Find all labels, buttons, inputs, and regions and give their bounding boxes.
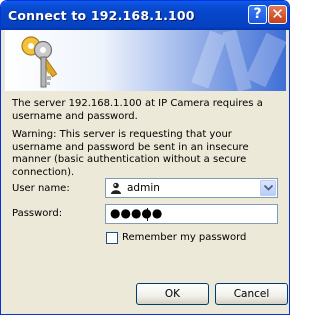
username-dropdown-button[interactable] (260, 180, 276, 196)
intro-text: The server 192.168.1.100 at IP Camera re… (12, 98, 263, 122)
close-button[interactable]: ✕ (268, 5, 287, 24)
password-label: Password: (12, 208, 63, 219)
chevron-down-icon (264, 185, 273, 191)
dialog-content: The server 192.168.1.100 at IP Camera re… (5, 91, 288, 310)
username-combobox[interactable]: admin (105, 178, 278, 198)
help-button[interactable]: ? (248, 5, 267, 24)
text-caret (147, 208, 148, 221)
username-value[interactable]: admin (127, 182, 160, 194)
user-icon (111, 182, 121, 194)
username-label: User name: (12, 183, 70, 194)
password-field[interactable]: ●●●●● (105, 204, 278, 224)
ok-button[interactable]: OK (136, 283, 209, 305)
title-bar[interactable]: Connect to 192.168.1.100 ? ✕ (1, 1, 289, 30)
banner (5, 30, 286, 91)
warning-text: Warning: This server is requesting that … (12, 129, 249, 178)
remember-label[interactable]: Remember my password (122, 232, 246, 245)
login-dialog: Connect to 192.168.1.100 ? ✕ The server … (0, 0, 290, 315)
remember-checkbox[interactable] (106, 232, 118, 244)
window-title: Connect to 192.168.1.100 (8, 8, 195, 23)
cancel-button[interactable]: Cancel (215, 283, 288, 305)
password-mask: ●●●●● (110, 206, 163, 220)
banner-graphic (5, 30, 286, 91)
